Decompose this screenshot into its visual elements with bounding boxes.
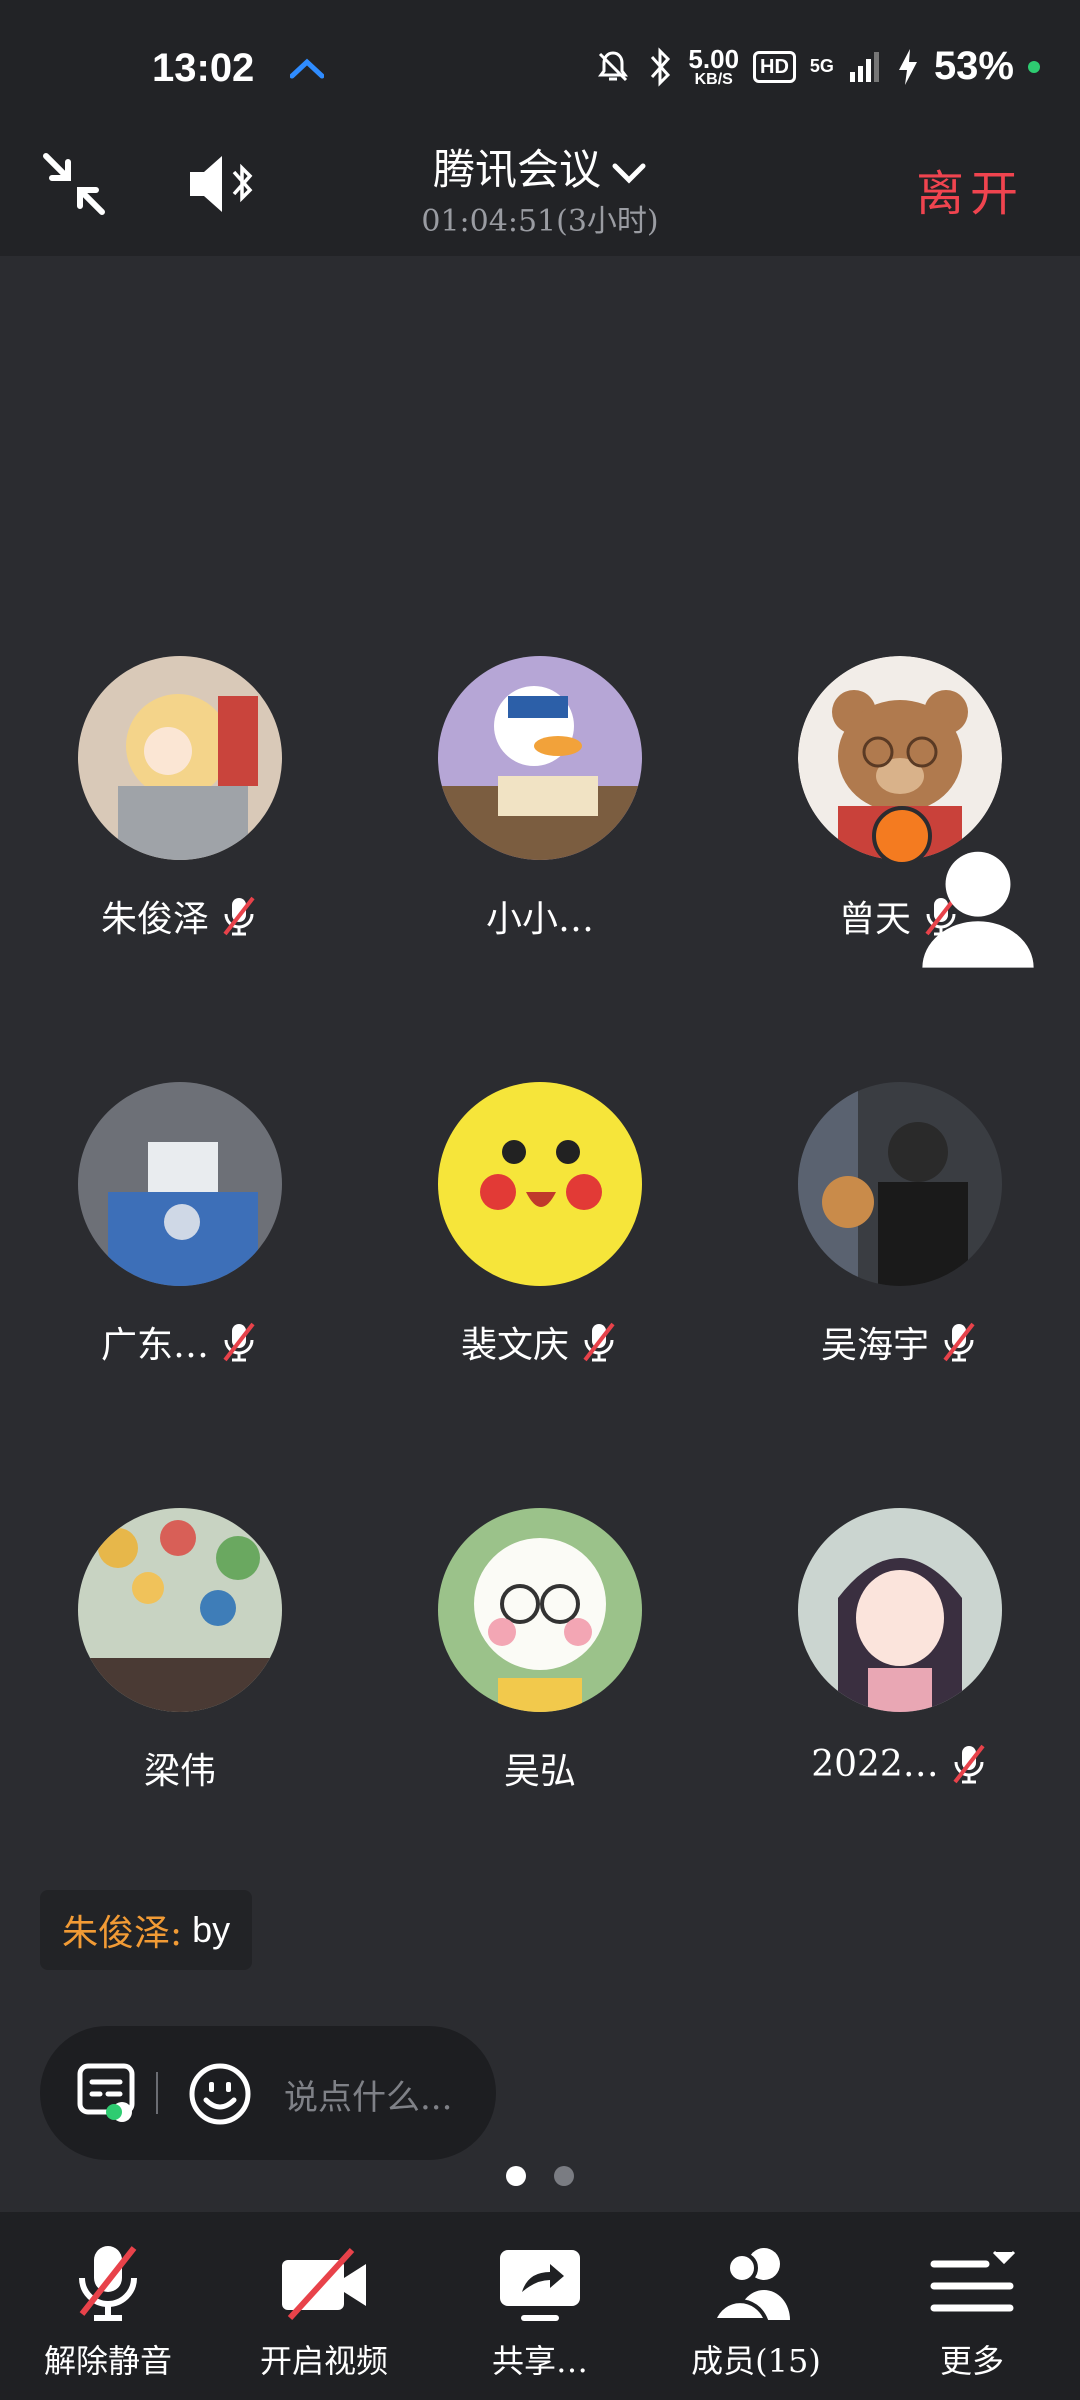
avatar [438,1082,642,1286]
chat-toggle-icon[interactable] [74,2060,142,2128]
avatar [798,1508,1002,1712]
avatar [78,1508,282,1712]
unmute-button[interactable]: 解除静音 [0,2242,216,2382]
mic-muted-icon [223,896,255,936]
page-indicator [0,2166,1080,2186]
avatar [438,656,642,860]
participant-name: 2022… [811,1743,939,1785]
charging-icon [898,48,917,85]
participant-name: 吴弘 [503,1751,576,1792]
avatar [78,656,282,860]
unmute-label: 解除静音 [43,2342,172,2380]
network-type: 5G [809,56,834,76]
avatar [798,1082,1002,1286]
privacy-indicator-dot [1028,60,1040,73]
video-off-icon [282,2247,366,2321]
bottom-toolbar: 解除静音 开启视频 共享… 成员(15) 更多 [0,2212,1080,2400]
participant-tile[interactable]: 小小… [360,656,720,942]
chat-text: by [192,1909,231,1950]
share-screen-label: 共享… [491,2342,588,2380]
participant-name: 梁伟 [143,1751,216,1792]
network-speed-value: 5.00 [688,43,740,74]
avatar [798,656,1034,968]
host-badge-icon [872,806,1034,968]
members-button[interactable]: 成员(15) [648,2242,864,2382]
share-screen-icon [500,2250,580,2321]
participant-name: 吴海宇 [820,1325,929,1366]
emoji-icon[interactable] [186,2060,254,2128]
mic-muted-icon [953,1744,985,1784]
network-speed: 5.00 KB/S [688,46,739,88]
participant-tile[interactable]: 吴海宇 [720,1082,1080,1368]
page-dot-active[interactable] [506,2166,526,2186]
silent-bell-icon [598,50,629,81]
share-screen-button[interactable]: 共享… [432,2242,648,2382]
participant-tile[interactable]: 裴文庆 [360,1082,720,1368]
participant-name: 朱俊泽 [100,899,209,940]
leave-button[interactable]: 离开 [916,154,1024,224]
chat-input-placeholder[interactable]: 说点什么... [284,2070,452,2119]
chat-message[interactable]: 朱俊泽: by [40,1890,253,1970]
meeting-title-text: 腾讯会议 [432,145,601,194]
participant-name: 裴文庆 [460,1325,569,1366]
network-speed-unit: KB/S [694,70,733,88]
chat-sender: 朱俊泽: [62,1913,183,1954]
signal-icon [849,51,879,82]
participant-name: 广东… [100,1325,209,1366]
mic-muted-icon [223,1322,255,1362]
avatar [78,1082,282,1286]
mic-muted-icon [79,2246,137,2321]
participant-tile[interactable]: 吴弘 [360,1508,720,1794]
hd-badge: HD [753,50,796,83]
more-button[interactable]: 更多 [864,2242,1080,2382]
status-time: 13:02 [152,46,255,90]
mic-muted-icon [583,1322,615,1362]
status-icons: 5.00 KB/S HD 5G 53% [594,44,1040,89]
participant-tile[interactable]: 广东… [0,1082,360,1368]
start-video-label: 开启视频 [259,2342,388,2380]
participant-tile[interactable]: 朱俊泽 [0,656,360,942]
members-label: 成员(15) [691,2342,821,2380]
app-notification-icon [290,58,324,79]
meeting-header: 腾讯会议 01:04:51(3小时) 离开 [0,110,1080,256]
participant-tile[interactable]: 梁伟 [0,1508,360,1794]
participant-tile[interactable]: 2022… [720,1508,1080,1786]
members-icon [711,2248,790,2322]
chat-input-bar[interactable]: 说点什么... [40,2026,496,2160]
mic-muted-icon [943,1322,975,1362]
participant-name: 小小… [485,899,594,940]
battery-level: 53% [933,44,1014,88]
chevron-down-icon [612,163,646,184]
avatar [438,1508,642,1712]
page-dot[interactable] [554,2166,574,2186]
start-video-button[interactable]: 开启视频 [216,2242,432,2382]
bluetooth-icon [651,46,671,87]
more-label: 更多 [939,2342,1004,2380]
participant-tile[interactable]: 曾天 [720,656,1080,968]
divider [156,2072,158,2114]
more-menu-icon [930,2250,1016,2312]
